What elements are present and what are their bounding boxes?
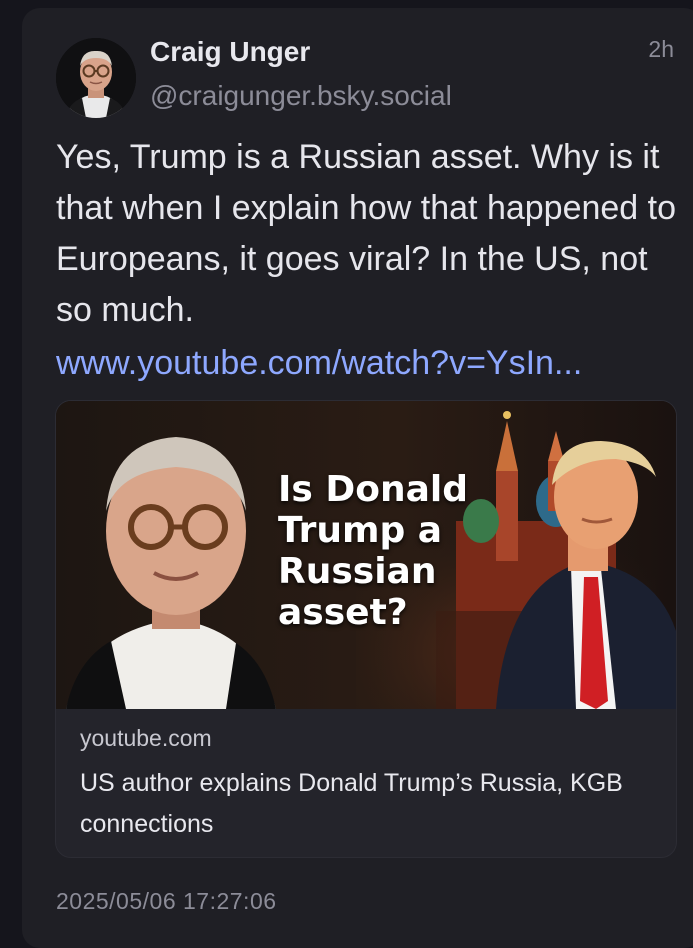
post-text: Yes, Trump is a Russian asset. Why is it… <box>56 138 677 329</box>
thumbnail-headline: Is Donald Trump a Russian asset? <box>278 469 469 633</box>
author-name[interactable]: Craig Unger <box>150 36 310 68</box>
post-card[interactable]: Craig Unger @craigunger.bsky.social 2h Y… <box>22 8 693 948</box>
link-preview-domain: youtube.com <box>80 725 212 751</box>
post-timestamp: 2025/05/06 17:27:06 <box>56 888 277 914</box>
link-preview-card[interactable]: Is Donald Trump a Russian asset? youtube… <box>55 400 677 858</box>
author-avatar[interactable] <box>56 38 136 118</box>
post-link[interactable]: www.youtube.com/watch?v=YsIn... <box>56 338 686 389</box>
author-handle[interactable]: @craigunger.bsky.social <box>150 80 452 112</box>
link-preview-title: US author explains Donald Trump’s Russia… <box>80 769 623 838</box>
link-preview-thumbnail: Is Donald Trump a Russian asset? <box>56 401 676 709</box>
avatar-image <box>56 38 136 118</box>
post-time-ago[interactable]: 2h <box>648 36 674 63</box>
